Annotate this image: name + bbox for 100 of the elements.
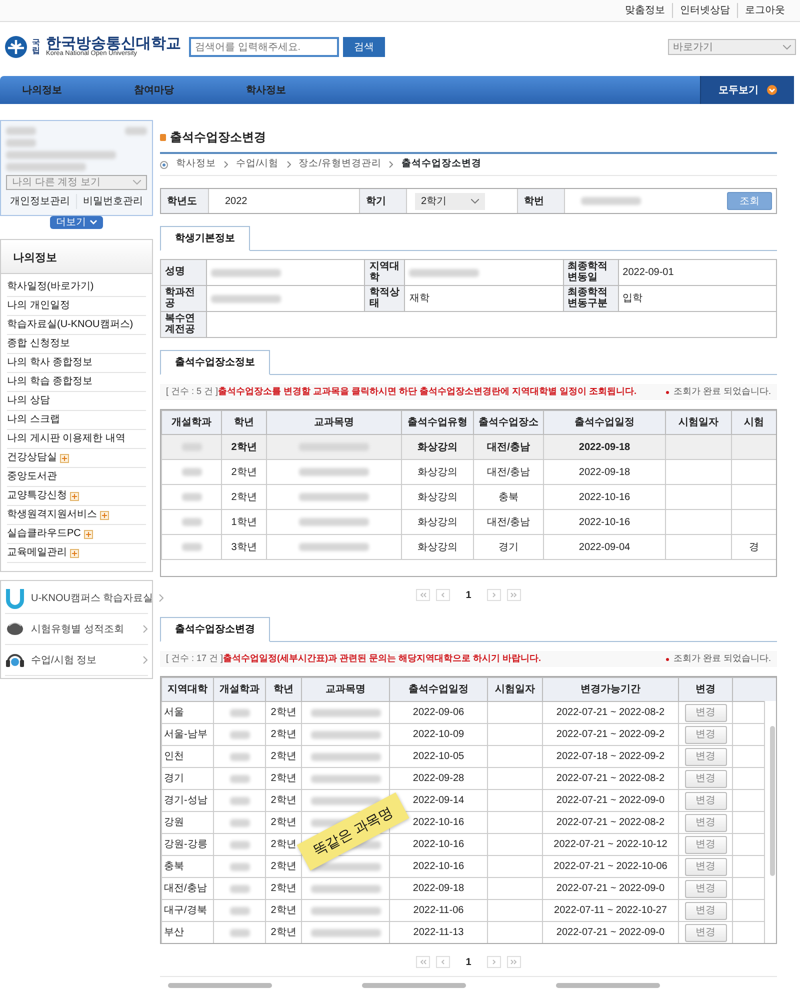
quick-link[interactable]: 시험유형별 성적조회 — [5, 614, 148, 645]
breadcrumb-item[interactable]: 장소/유형변경관리 — [298, 157, 382, 172]
table-row[interactable]: 2학년 화상강의 충북 2022-10-16 — [162, 484, 776, 510]
page-number[interactable]: 1 — [466, 588, 472, 602]
table-cell: 경기-성남 — [164, 795, 208, 806]
table-cell: 2학년 — [270, 707, 296, 718]
table-cell: 화상강의 — [418, 516, 458, 528]
table-cell: 대전/충남 — [487, 442, 530, 452]
menu-item[interactable]: 학생원격지원서비스 — [7, 506, 146, 525]
table-cell: 2022-11-13 — [413, 927, 464, 938]
quick-link[interactable]: 수업/시험 정보 — [5, 645, 148, 676]
table-cell: 대구/경북 — [164, 905, 207, 916]
column-header: 출석수업일정 — [390, 678, 488, 702]
menu-item[interactable]: 학습자료실(U-KNOU캠퍼스) — [7, 316, 146, 335]
tab[interactable]: 출석수업장소변경 — [160, 617, 270, 642]
table-cell: 2학년 — [270, 817, 296, 828]
table-cell: 부산 — [164, 927, 184, 938]
table-cell: 2022-10-16 — [578, 516, 630, 528]
table-cell: 2022-07-21 ~ 2022-09-0 — [556, 795, 665, 806]
column-header: 교과목명 — [302, 678, 390, 702]
table-cell: 2학년 — [270, 927, 296, 938]
column-header: 학년 — [222, 410, 266, 434]
menu-item[interactable]: 나의 학습 종합정보 — [7, 373, 146, 392]
table-cell: 2022-07-21 ~ 2022-08-2 — [556, 707, 665, 718]
table-cell: 경 — [749, 542, 759, 552]
field-value: 재학 — [404, 286, 564, 312]
field-label: 학과전공 — [160, 286, 206, 312]
table-cell: 2022-09-14 — [412, 795, 464, 806]
menu-item[interactable]: 나의 개인일정 — [7, 297, 146, 316]
table-cell: 2학년 — [270, 751, 296, 762]
table-cell: 2학년 — [231, 442, 257, 452]
table-cell: 2학년 — [270, 839, 296, 850]
search-button[interactable]: 검색 — [343, 37, 385, 57]
logo-badge-text: 국립 — [32, 39, 41, 55]
menu-item[interactable]: 나의 스크랩 — [7, 411, 146, 430]
menu-item[interactable]: 종합 신청정보 — [7, 335, 146, 354]
table-cell: 2학년 — [270, 729, 296, 740]
breadcrumb-item[interactable]: 수업/시험 — [236, 157, 279, 172]
table-cell: 충북 — [498, 492, 518, 502]
table-row[interactable]: 1학년 화상강의 대전/충남 2022-10-16 — [162, 510, 776, 534]
column-header: 시험일자 — [666, 410, 732, 434]
table-cell: 2022-09-18 — [578, 442, 630, 452]
table-row[interactable]: 3학년 화상강의 경기 2022-09-04 경 — [162, 534, 776, 560]
tab[interactable]: 출석수업장소정보 — [160, 350, 270, 375]
table-cell: 2022-07-21 ~ 2022-09-0 — [556, 927, 665, 938]
table-cell: 2022-07-11 ~ 2022-10-27 — [554, 905, 667, 916]
menu-item[interactable]: 나의 게시판 이용제한 내역 — [7, 430, 146, 449]
menu-item[interactable]: 나의 상담 — [7, 392, 146, 411]
year-value: 2022 — [224, 194, 248, 208]
account-link[interactable]: 개인정보관리 — [10, 194, 70, 209]
status-text: 조회가 완료 되었습니다. — [673, 652, 771, 666]
notice-text: [ 건수 : 5 건 ]출석수업장소를 변경할 교과목을 클릭하시면 하단 출석수업장소변경란에 지역대학별 일정이 조회됩니다. — [166, 385, 637, 398]
table-cell: 2학년 — [231, 466, 257, 478]
field-label: 성명 — [160, 260, 206, 286]
breadcrumb-item[interactable]: 학사정보 — [176, 157, 216, 172]
column-header: 변경 — [678, 678, 732, 702]
term-select[interactable]: 2학기 — [415, 192, 485, 210]
field-label: 학기 — [359, 189, 407, 213]
table-cell: 2022-07-21 ~ 2022-09-0 — [556, 883, 665, 894]
table-cell: 2022-07-21 ~ 2022-09-2 — [556, 729, 665, 740]
tab[interactable]: 학생기본정보 — [160, 226, 250, 251]
page-number[interactable]: 1 — [466, 954, 472, 970]
header-link[interactable]: 맞춤정보 — [618, 3, 672, 18]
show-all-button[interactable]: 모두보기 — [700, 76, 794, 104]
column-header: 개설학과 — [162, 410, 222, 434]
table-cell: 2학년 — [270, 861, 296, 872]
table-cell: 2022-09-06 — [412, 707, 464, 718]
table-cell: 2학년 — [231, 492, 257, 502]
column-header: 출석수업장소 — [474, 410, 544, 434]
header-link[interactable]: 로그아웃 — [737, 3, 792, 18]
column-header: 학년 — [266, 678, 302, 702]
table-cell: 3학년 — [231, 542, 257, 552]
table-cell: 2022-09-18 — [412, 883, 464, 894]
table-row[interactable]: 2학년 화상강의 대전/충남 2022-09-18 — [162, 460, 776, 484]
table-cell: 2022-07-21 ~ 2022-08-2 — [556, 817, 665, 828]
table-cell: 대전/충남 — [487, 466, 530, 478]
table-cell: 2022-10-16 — [412, 839, 464, 850]
header-link[interactable]: 인터넷상담 — [672, 3, 737, 18]
quick-select[interactable]: 바로가기 — [668, 39, 796, 55]
account-link[interactable]: 비밀번호관리 — [83, 194, 143, 209]
table-cell: 2022-10-16 — [412, 861, 464, 872]
field-value: 입학 — [618, 286, 776, 312]
menu-item[interactable]: 나의 학사 종합정보 — [7, 354, 146, 373]
table-cell: 2022-10-05 — [412, 751, 464, 762]
menu-item[interactable]: 학사일정(바로가기) — [7, 278, 146, 297]
search-field[interactable]: 검색어를 입력해주세요. — [189, 37, 339, 57]
field-label: 지역대학 — [364, 260, 405, 286]
menu-item[interactable]: 건강상담실 — [7, 449, 146, 468]
table-cell: 화상강의 — [418, 542, 458, 552]
menu-item[interactable]: 실습클라우드PC — [7, 525, 146, 544]
menu-item[interactable]: 교육메일관리 — [7, 544, 146, 563]
table-cell: 대전/충남 — [487, 516, 530, 528]
table-cell: 2학년 — [270, 883, 296, 894]
menu-item[interactable]: 교양특강신청 — [7, 487, 146, 506]
more-button[interactable]: 더보기 — [50, 216, 103, 229]
menu-item[interactable]: 중앙도서관 — [7, 468, 146, 487]
table-cell: 인천 — [164, 751, 184, 762]
table-row[interactable]: 2학년 화상강의 대전/충남 2022-09-18 — [162, 434, 776, 460]
field-label: 학번 — [517, 189, 565, 213]
field-label: 복수연계전공 — [160, 312, 206, 338]
